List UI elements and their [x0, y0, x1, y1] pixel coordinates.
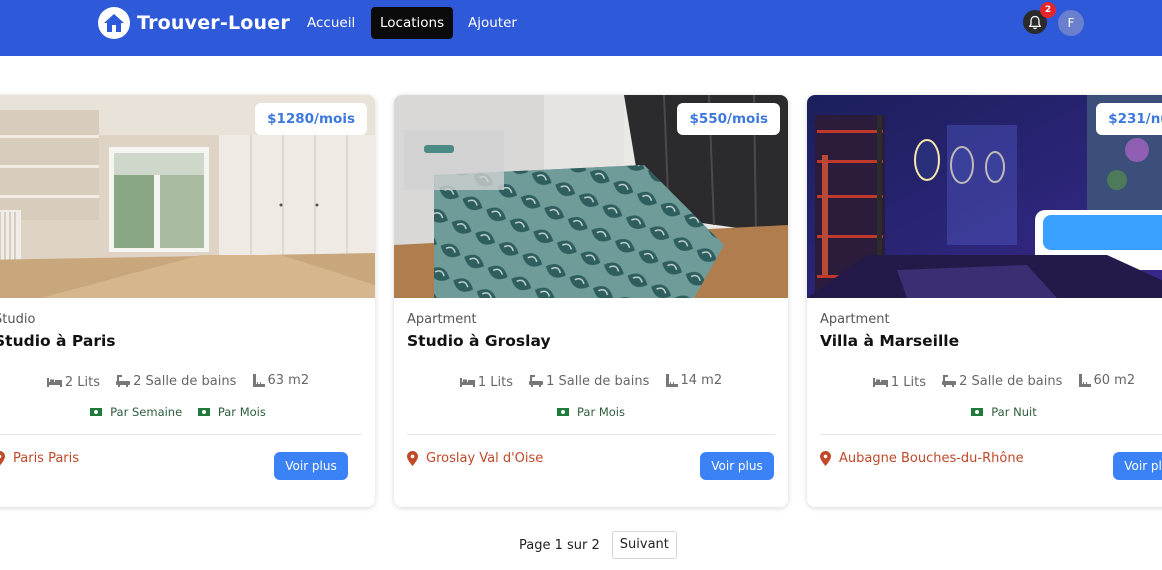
listing-image[interactable]: $1280/mois [0, 95, 375, 298]
listing-features: 1 Lits 2 Salle de bains 60 m2 [807, 373, 1162, 391]
rent-period: Par Mois [197, 405, 266, 419]
beds-text: 1 Lits [890, 374, 927, 390]
bed-icon [872, 378, 888, 387]
price-badge: $231/nuit [1096, 103, 1162, 135]
rent-periods: Par Nuit [807, 405, 1162, 419]
nav-link-locations[interactable]: Locations [371, 7, 454, 39]
beds-feature: 1 Lits [459, 374, 514, 390]
cash-icon [197, 408, 210, 416]
rent-period-label: Par Semaine [110, 405, 183, 419]
baths-feature: 2 Salle de bains [116, 374, 236, 389]
location-text: Aubagne Bouches-du-Rhône [839, 451, 1024, 466]
listing-title[interactable]: Studio à Groslay [407, 332, 551, 350]
map-pin-icon [407, 451, 418, 466]
listing-features: 1 Lits 1 Salle de bains 14 m2 [394, 373, 788, 391]
listing-image[interactable]: $231/nuit [807, 95, 1162, 298]
baths-feature: 1 Salle de bains [529, 374, 649, 389]
page-indicator: Page 1 sur 2 [519, 537, 600, 553]
area-feature: 14 m2 [665, 373, 723, 388]
brand-link[interactable]: Trouver-Louer [98, 7, 290, 39]
home-icon [98, 7, 130, 39]
area-icon [1078, 374, 1091, 387]
next-page-button[interactable]: Suivant [611, 531, 677, 559]
bed-icon [46, 378, 62, 387]
beds-feature: 2 Lits [46, 374, 101, 390]
area-text: 63 m2 [267, 373, 310, 388]
area-icon [665, 374, 678, 387]
rent-period-label: Par Mois [577, 405, 625, 419]
baths-feature: 2 Salle de bains [942, 374, 1062, 389]
listing-image[interactable]: $550/mois [394, 95, 788, 298]
rent-period-label: Par Mois [217, 405, 266, 419]
rent-period: Par Semaine [90, 405, 182, 419]
cash-icon [971, 408, 984, 416]
map-pin-icon [820, 451, 831, 466]
rent-periods: Par Mois [394, 405, 788, 419]
baths-text: 2 Salle de bains [959, 373, 1063, 389]
voir-plus-button[interactable]: Voir plus [700, 452, 774, 480]
location-text: Paris Paris [13, 451, 80, 466]
beds-feature: 1 Lits [872, 374, 927, 390]
bath-icon [116, 375, 131, 387]
area-text: 60 m2 [1093, 373, 1136, 388]
divider [0, 434, 362, 435]
divider [407, 434, 775, 435]
rent-period-label: Par Nuit [991, 405, 1037, 419]
bath-icon [942, 375, 957, 387]
listing-card[interactable]: $231/nuit Apartment Villa à Marseille 1 … [807, 95, 1162, 507]
listing-location: Groslay Val d'Oise [407, 451, 543, 466]
nav-link-ajouter[interactable]: Ajouter [459, 7, 526, 39]
bath-icon [529, 375, 544, 387]
area-icon [252, 374, 265, 387]
notification-badge: 2 [1040, 2, 1056, 18]
area-text: 14 m2 [680, 373, 723, 388]
property-type: Apartment [820, 312, 890, 327]
listing-title[interactable]: Villa à Marseille [820, 332, 959, 350]
listing-card[interactable]: $550/mois Apartment Studio à Groslay 1 L… [394, 95, 788, 507]
listing-card[interactable]: $1280/mois Studio Studio à Paris 2 Lits … [0, 95, 375, 507]
listing-title[interactable]: Studio à Paris [0, 332, 116, 350]
rent-periods: Par Semaine Par Mois [0, 405, 375, 419]
cash-icon [90, 408, 103, 416]
property-type: Apartment [407, 312, 477, 327]
pagination: Page 1 sur 2 Suivant [519, 531, 677, 559]
listing-location: Aubagne Bouches-du-Rhône [820, 451, 1024, 466]
baths-text: 1 Salle de bains [546, 373, 650, 389]
voir-plus-button[interactable]: Voir plus [274, 452, 348, 480]
cash-icon [557, 408, 569, 416]
location-text: Groslay Val d'Oise [426, 451, 544, 466]
nav-link-accueil[interactable]: Accueil [298, 7, 364, 39]
price-badge: $550/mois [677, 103, 780, 135]
divider [820, 434, 1162, 435]
map-pin-icon [0, 451, 5, 466]
area-feature: 63 m2 [252, 373, 310, 388]
rent-period: Par Mois [557, 405, 625, 419]
price-badge: $1280/mois [255, 103, 367, 135]
area-feature: 60 m2 [1078, 373, 1136, 388]
user-avatar[interactable]: F [1058, 10, 1084, 36]
beds-text: 2 Lits [64, 374, 101, 390]
bed-icon [459, 378, 475, 387]
baths-text: 2 Salle de bains [133, 373, 237, 389]
brand-name: Trouver-Louer [137, 12, 290, 34]
beds-text: 1 Lits [477, 374, 514, 390]
bell-icon [1028, 15, 1042, 29]
top-navbar: Trouver-Louer Accueil Locations Ajouter … [0, 0, 1162, 56]
rent-period: Par Nuit [971, 405, 1037, 419]
property-type: Studio [0, 312, 36, 327]
listing-location: Paris Paris [0, 451, 79, 466]
voir-plus-button[interactable]: Voir plus [1113, 452, 1162, 480]
listing-features: 2 Lits 2 Salle de bains 63 m2 [0, 373, 375, 391]
